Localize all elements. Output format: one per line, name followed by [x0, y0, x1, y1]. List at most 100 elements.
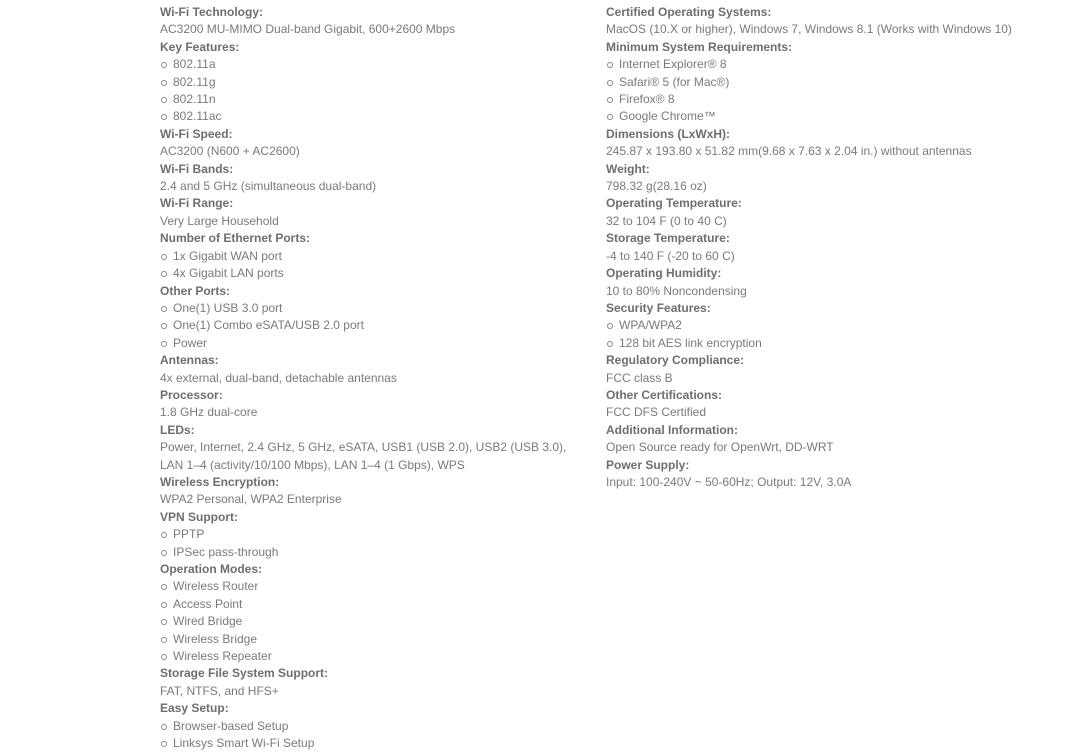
spec-list-item-text: 128 bit AES link encryption — [619, 335, 762, 350]
bullet-circle-icon — [161, 654, 167, 661]
spec-value: WPA2 Personal, WPA2 Enterprise — [160, 492, 342, 507]
spec-value: Open Source ready for OpenWrt, DD-WRT — [606, 440, 834, 455]
spec-section-key-features: Key Features: 802.11a 802.11g 802.11n 802.11… — [160, 39, 592, 126]
spec-section-operating-humidity: Operating Humidity: 10 to 80% Noncondensi… — [606, 265, 1046, 300]
spec-heading: Wi-Fi Technology: — [160, 5, 263, 19]
spec-list-item: Access Point — [160, 596, 592, 613]
spec-list-item: Wireless Router — [160, 578, 592, 595]
bullet-circle-icon — [161, 584, 167, 591]
spec-heading: Operating Humidity: — [606, 266, 722, 281]
spec-heading: Key Features: — [160, 39, 240, 54]
spec-section-easy-setup: Easy Setup: Browser-based Setup Linksys Sm… — [160, 700, 592, 752]
spec-heading: Operating Temperature: — [606, 196, 742, 211]
bullet-circle-icon — [161, 271, 167, 278]
spec-heading: LEDs: — [160, 422, 195, 437]
spec-heading: Operation Modes: — [160, 562, 263, 576]
spec-list-item-text: PPTP — [173, 527, 205, 542]
spec-heading: Dimensions (LxWxH): — [606, 126, 731, 141]
spec-list-item-text: Power — [173, 335, 208, 350]
spec-section-operation-modes: Operation Modes: Wireless Router Access Po… — [160, 561, 592, 665]
spec-section-wi-fi-bands: Wi-Fi Bands: 2.4 and 5 GHz (simultaneous … — [160, 161, 592, 196]
spec-heading: Other Ports: — [160, 283, 231, 298]
spec-heading: Security Features: — [606, 300, 711, 315]
spec-list-item-text: Firefox® 8 — [619, 92, 675, 107]
bullet-circle-icon — [607, 97, 613, 104]
spec-list-item: 802.11a — [160, 56, 592, 73]
spec-list-item: 802.11ac — [160, 108, 592, 125]
bullet-circle-icon — [161, 636, 167, 643]
bullet-circle-icon — [161, 97, 167, 104]
spec-value: Power, Internet, 2.4 GHz, 5 GHz, eSATA, … — [160, 440, 567, 472]
spec-heading: Wireless Encryption: — [160, 474, 280, 489]
spec-list-item: Firefox® 8 — [606, 91, 1046, 108]
spec-list-item: 802.11g — [160, 74, 592, 91]
spec-value: 245.87 x 193.80 x 51.82 mm(9.68 x 7.63 x… — [606, 144, 972, 159]
bullet-circle-icon — [161, 340, 167, 347]
bullet-circle-icon — [607, 340, 613, 347]
spec-value: 798.32 g(28.16 oz) — [606, 179, 707, 194]
spec-heading: Antennas: — [160, 353, 219, 368]
spec-list-item: One(1) Combo eSATA/USB 2.0 port — [160, 317, 592, 334]
spec-list-item-text: Browser-based Setup — [173, 718, 289, 733]
spec-value: FCC class B — [606, 370, 673, 385]
spec-list-item-text: IPSec pass-through — [173, 544, 279, 559]
spec-list-item: Wireless Repeater — [160, 648, 592, 665]
spec-list-item: PPTP — [160, 526, 592, 543]
spec-list-item: IPSec pass-through — [160, 544, 592, 561]
spec-section-operating-temperature: Operating Temperature: 32 to 104 F (0 to … — [606, 195, 1046, 230]
bullet-circle-icon — [161, 323, 167, 330]
bullet-circle-icon — [607, 62, 613, 69]
spec-section-dimensions-lxwxh: Dimensions (LxWxH): 245.87 x 193.80 x 51.… — [606, 126, 1046, 161]
spec-list-item: Wireless Bridge — [160, 631, 592, 648]
spec-list-item: 128 bit AES link encryption — [606, 335, 1046, 352]
spec-list-item-text: Wireless Repeater — [173, 649, 272, 664]
bullet-circle-icon — [607, 114, 613, 121]
spec-value: Input: 100-240V ~ 50-60Hz; Output: 12V, … — [606, 474, 852, 489]
spec-list-item-text: Internet Explorer® 8 — [619, 57, 727, 72]
spec-column-left: Wi-Fi Technology: AC3200 MU-MIMO Dual-ban… — [160, 4, 592, 752]
spec-list-item: Internet Explorer® 8 — [606, 56, 1046, 73]
spec-list-item-text: 4x Gigabit LAN ports — [173, 266, 284, 281]
spec-section-other-ports: Other Ports: One(1) USB 3.0 port One(1) Co… — [160, 283, 592, 353]
spec-heading: Certified Operating Systems: — [606, 5, 772, 19]
spec-section-wireless-encryption: Wireless Encryption: WPA2 Personal, WPA2 … — [160, 474, 592, 509]
spec-heading: Additional Information: — [606, 422, 738, 437]
spec-list-item-text: One(1) USB 3.0 port — [173, 300, 283, 315]
spec-list-item-text: 802.11n — [173, 92, 216, 107]
spec-heading: Easy Setup: — [160, 701, 229, 716]
spec-list-item: Power — [160, 335, 592, 352]
spec-value: 1.8 GHz dual-core — [160, 405, 258, 420]
spec-list-item-text: Wired Bridge — [173, 614, 243, 629]
spec-value: AC3200 MU-MIMO Dual-band Gigabit, 600+26… — [160, 22, 456, 37]
spec-list-item: Browser-based Setup — [160, 718, 592, 735]
spec-value: Very Large Household — [160, 213, 279, 228]
spec-list-item-text: 802.11ac — [173, 109, 222, 124]
spec-section-wi-fi-speed: Wi-Fi Speed: AC3200 (N600 + AC2600) — [160, 126, 592, 161]
spec-section-additional-information: Additional Information: Open Source ready… — [606, 422, 1046, 457]
spec-list-item: One(1) USB 3.0 port — [160, 300, 592, 317]
spec-section-wi-fi-technology: Wi-Fi Technology: AC3200 MU-MIMO Dual-ban… — [160, 4, 592, 39]
spec-value: FCC DFS Certified — [606, 405, 707, 420]
bullet-circle-icon — [161, 62, 167, 69]
spec-value: -4 to 140 F (-20 to 60 C) — [606, 248, 735, 263]
bullet-circle-icon — [161, 305, 167, 312]
spec-list-item-text: Linksys Smart Wi-Fi Setup — [173, 736, 315, 751]
spec-list-item-text: 802.11g — [173, 74, 216, 89]
spec-heading: Weight: — [606, 161, 650, 176]
spec-list-item-text: Wireless Bridge — [173, 631, 258, 646]
spec-section-number-of-ethernet-ports: Number of Ethernet Ports: 1x Gigabit WAN … — [160, 230, 592, 282]
spec-value: AC3200 (N600 + AC2600) — [160, 144, 300, 159]
spec-value: FAT, NTFS, and HFS+ — [160, 683, 279, 698]
bullet-circle-icon — [161, 619, 167, 626]
spec-section-regulatory-compliance: Regulatory Compliance: FCC class B — [606, 352, 1046, 387]
spec-section-storage-temperature: Storage Temperature: -4 to 140 F (-20 to … — [606, 230, 1046, 265]
spec-section-security-features: Security Features: WPA/WPA2 128 bit AES li… — [606, 300, 1046, 352]
spec-section-leds: LEDs: Power, Internet, 2.4 GHz, 5 GHz, eS… — [160, 422, 592, 474]
spec-section-antennas: Antennas: 4x external, dual-band, detacha… — [160, 352, 592, 387]
spec-heading: Wi-Fi Range: — [160, 196, 234, 211]
spec-section-vpn-support: VPN Support: PPTP IPSec pass-through — [160, 509, 592, 561]
spec-value: 4x external, dual-band, detachable anten… — [160, 370, 397, 385]
spec-list-item: 802.11n — [160, 91, 592, 108]
spec-section-certified-operating-systems: Certified Operating Systems: MacOS (10.X … — [606, 4, 1046, 39]
bullet-circle-icon — [161, 549, 167, 556]
